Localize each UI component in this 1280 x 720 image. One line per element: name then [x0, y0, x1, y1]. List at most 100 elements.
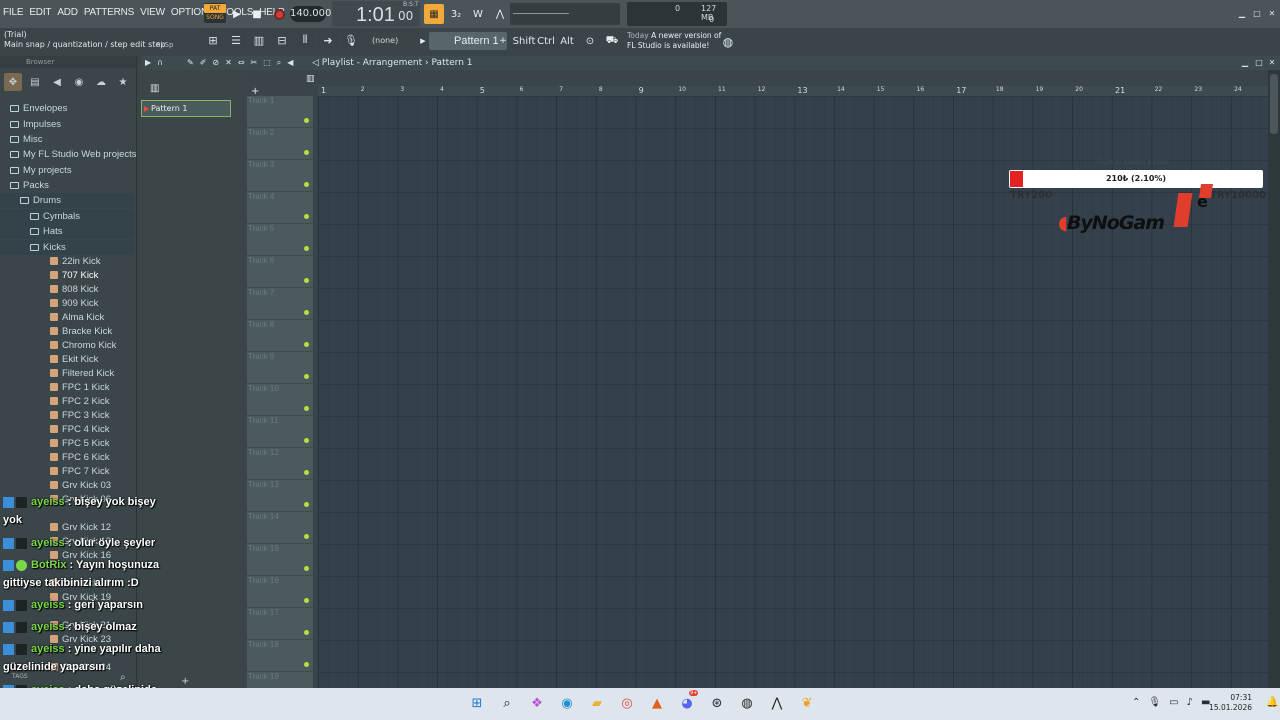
select-icon[interactable]: ⬚ [263, 58, 271, 68]
file-explorer-icon[interactable]: ▰ [588, 692, 606, 714]
app-icon[interactable]: ▲ [648, 692, 666, 714]
ctrl-key-button[interactable]: Ctrl [537, 31, 555, 51]
browser-item[interactable]: My FL Studio Web projects [0, 147, 137, 162]
track-mute-led[interactable] [304, 342, 309, 347]
network-icon[interactable]: ▭ [1169, 697, 1178, 708]
browser-item[interactable]: Ekit Kick [0, 352, 134, 367]
track-mute-led[interactable] [304, 278, 309, 283]
track-mute-led[interactable] [304, 310, 309, 315]
volume-icon[interactable]: ♪ [1187, 697, 1193, 708]
play-button[interactable]: ▶ [227, 4, 247, 24]
track-mute-led[interactable] [304, 406, 309, 411]
microphone-tray-icon[interactable]: 🎙 [1148, 697, 1161, 708]
playback-icon[interactable]: ◀ [287, 58, 293, 68]
browser-item[interactable]: Bracke Kick [0, 324, 134, 339]
track-header[interactable]: Track 11 [247, 416, 313, 448]
pat-song-toggle[interactable]: PAT SONG [204, 3, 226, 23]
close-icon[interactable]: ✕ [1267, 10, 1277, 18]
playlist-scrollbar[interactable] [1268, 70, 1280, 688]
alt-key-button[interactable]: Alt [558, 31, 576, 51]
menu-edit[interactable]: EDIT [29, 7, 51, 18]
browser-item[interactable]: Hats [0, 224, 134, 239]
timeline-ruler[interactable]: 1 2 3 4 5 6 7 8 9 10 11 12 13 14 15 16 17 18 19 20 21 22 23 24 [318, 86, 1268, 96]
menu-add[interactable]: ADD [57, 7, 78, 18]
track-header[interactable]: Track 13 [247, 480, 313, 512]
track-header[interactable]: Track 3 [247, 160, 313, 192]
picker-toolbar-icon[interactable]: ▥ [150, 83, 159, 94]
browser-item[interactable]: FPC 1 Kick [0, 380, 134, 395]
track-mute-led[interactable] [304, 246, 309, 251]
delete-icon[interactable]: ⊘ [212, 58, 219, 68]
browser-item[interactable]: Impulses [0, 117, 134, 132]
track-header[interactable]: Track 8 [247, 320, 313, 352]
magnet-icon[interactable]: ∩ [157, 58, 163, 68]
track-header[interactable]: Track 17 [247, 608, 313, 640]
keyboard-view-icon[interactable]: ▥ [306, 74, 315, 84]
browser-item[interactable]: Chromo Kick [0, 338, 134, 353]
piano-roll-icon[interactable]: ☰ [226, 30, 246, 50]
browser-plugin-icon[interactable]: ◀ [48, 73, 66, 91]
browser-item[interactable]: Misc [0, 132, 134, 147]
browser-item[interactable]: FPC 4 Kick [0, 422, 134, 437]
track-mute-led[interactable] [304, 630, 309, 635]
notification-icon[interactable]: 🔔 [1266, 697, 1278, 708]
track-mute-led[interactable] [304, 150, 309, 155]
track-header[interactable]: Track 6 [247, 256, 313, 288]
browser-sample-icon[interactable]: ◉ [70, 73, 88, 91]
playlist-max-icon[interactable]: □ [1254, 59, 1264, 67]
chrome-icon[interactable]: ◎ [618, 692, 636, 714]
browser-item[interactable]: Drums [0, 193, 134, 208]
track-header[interactable]: Track 18 [247, 640, 313, 672]
track-header[interactable]: Track 1 [247, 96, 313, 128]
metronome-button[interactable]: ⋀ [490, 4, 510, 24]
track-header[interactable]: Track 12 [247, 448, 313, 480]
browser-star-icon[interactable]: ★ [114, 73, 132, 91]
browser-item[interactable]: FPC 5 Kick [0, 436, 134, 451]
browser-item[interactable]: Grv Kick 03 [0, 478, 134, 493]
maximize-icon[interactable]: □ [1252, 10, 1262, 18]
browser-item[interactable]: Cymbals [0, 209, 134, 224]
track-header[interactable]: Track 16 [247, 576, 313, 608]
playlist-close-icon[interactable]: ✕ [1267, 59, 1277, 67]
search-icon[interactable]: ⌕ [498, 692, 516, 714]
globe-icon[interactable]: ◍ [718, 32, 738, 52]
slip-icon[interactable]: ⇔ [238, 58, 245, 68]
playlist-menu-icon[interactable]: ▶ [145, 58, 151, 68]
browser-item[interactable]: Kicks [0, 240, 134, 255]
browser-item[interactable]: FPC 3 Kick [0, 408, 134, 423]
pattern-selector[interactable]: Pattern 1 [429, 32, 507, 50]
playlist-detach-icon[interactable]: ▁ [1240, 59, 1250, 67]
stop-button[interactable]: ■ [247, 4, 267, 24]
record-button[interactable] [269, 4, 289, 24]
pencil-icon[interactable]: ✎ [187, 58, 194, 68]
browser-item[interactable]: 22in Kick [0, 254, 134, 269]
track-header[interactable]: Track 7 [247, 288, 313, 320]
microphone-icon[interactable]: 🎙 [341, 30, 361, 50]
paint-icon[interactable]: ✐ [200, 58, 207, 68]
shift-key-button[interactable]: Shift [513, 31, 535, 51]
add-pattern-icon[interactable]: + [181, 676, 189, 687]
track-mute-led[interactable] [304, 438, 309, 443]
obs-icon[interactable]: ◍ [738, 692, 756, 714]
playlist-pattern[interactable]: Pattern 1 [432, 58, 473, 68]
pattern-prev-icon[interactable]: ▶ [418, 33, 428, 49]
track-mute-led[interactable] [304, 374, 309, 379]
track-header[interactable]: Track 5 [247, 224, 313, 256]
browser-cloud-icon[interactable]: ☁ [92, 73, 110, 91]
track-mute-led[interactable] [304, 566, 309, 571]
plugin-picker-icon[interactable]: ⫴ [295, 30, 315, 50]
track-header[interactable]: Track 14 [247, 512, 313, 544]
browser-search-icon[interactable]: ⌕ [120, 672, 126, 683]
menu-view[interactable]: VIEW [140, 7, 165, 18]
wait-input-button[interactable]: W [468, 4, 488, 24]
shop-icon[interactable]: ⛟ [602, 31, 622, 51]
browser-item[interactable]: Filtered Kick [0, 366, 134, 381]
track-header[interactable]: Track 10 [247, 384, 313, 416]
menu-patterns[interactable]: PATTERNS [84, 7, 134, 18]
slice-icon[interactable]: ✂ [251, 58, 258, 68]
track-mute-led[interactable] [304, 598, 309, 603]
browser-item[interactable]: 909 Kick [0, 296, 134, 311]
discord-icon[interactable]: ◕ 9+ [678, 690, 699, 714]
browser-file-icon[interactable]: ▤ [26, 73, 44, 91]
steam-icon[interactable]: ⊛ [708, 692, 726, 714]
